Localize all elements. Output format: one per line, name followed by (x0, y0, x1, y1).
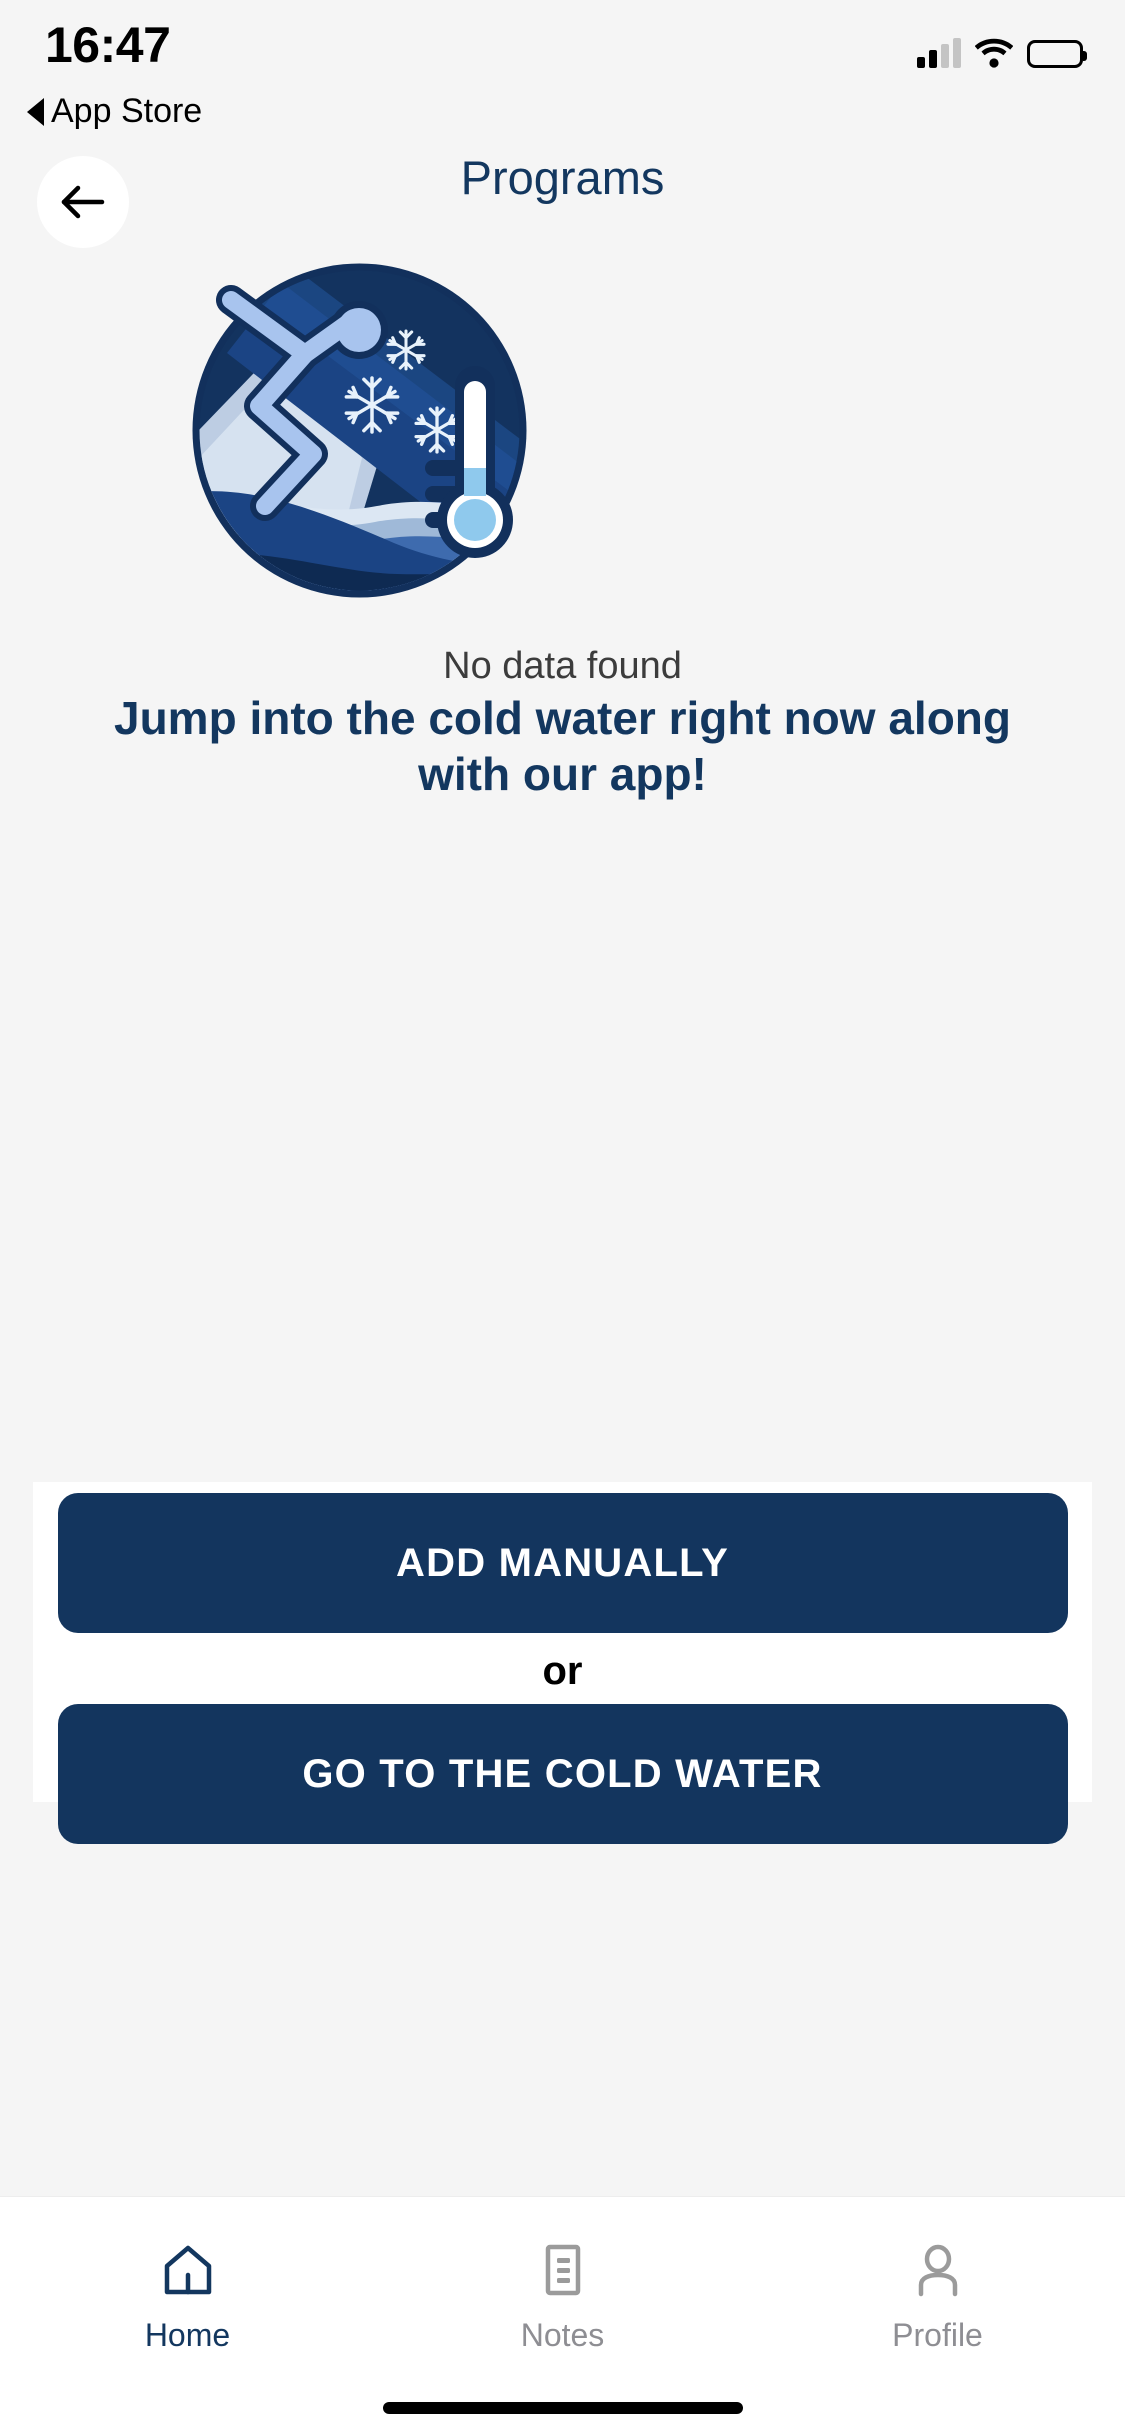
return-to-app-store-link[interactable]: App Store (27, 92, 202, 131)
tab-home[interactable]: Home (0, 2197, 375, 2436)
tab-home-label: Home (144, 2317, 231, 2353)
battery-icon (1027, 40, 1087, 68)
app-screen: 16:47 App Store Programs No data found J… (0, 0, 1125, 2436)
profile-icon (910, 2239, 966, 2301)
add-manually-button[interactable]: ADD MANUALLY (57, 1493, 1068, 1633)
notes-icon (535, 2239, 591, 2301)
cold-water-diver-illustration (187, 258, 532, 603)
page-title: Programs (460, 151, 665, 204)
status-bar: 16:47 App Store (0, 0, 1125, 148)
status-time: 16:47 (45, 17, 171, 73)
arrow-left-icon (61, 185, 105, 219)
home-indicator[interactable] (382, 2402, 743, 2414)
empty-state-headline: Jump into the cold water right now along… (114, 692, 1011, 801)
go-to-cold-water-button[interactable]: GO TO THE COLD WATER (57, 1704, 1068, 1844)
tab-notes[interactable]: Notes (375, 2197, 750, 2436)
bottom-tab-bar: Home Notes Profile (0, 2196, 1125, 2436)
status-icons-group (917, 38, 1087, 68)
wifi-icon (974, 38, 1014, 68)
action-card: ADD MANUALLY or GO TO THE COLD WATER (33, 1482, 1092, 1844)
tab-profile[interactable]: Profile (750, 2197, 1125, 2436)
home-icon (160, 2239, 216, 2301)
back-button[interactable] (37, 156, 129, 248)
cellular-signal-icon (917, 38, 961, 68)
tab-notes-label: Notes (520, 2317, 605, 2353)
or-divider-label: or (542, 1649, 583, 1693)
back-triangle-icon (27, 97, 44, 126)
return-to-app-store-label: App Store (51, 92, 203, 130)
empty-state-message: No data found (443, 645, 682, 687)
tab-profile-label: Profile (892, 2317, 983, 2353)
